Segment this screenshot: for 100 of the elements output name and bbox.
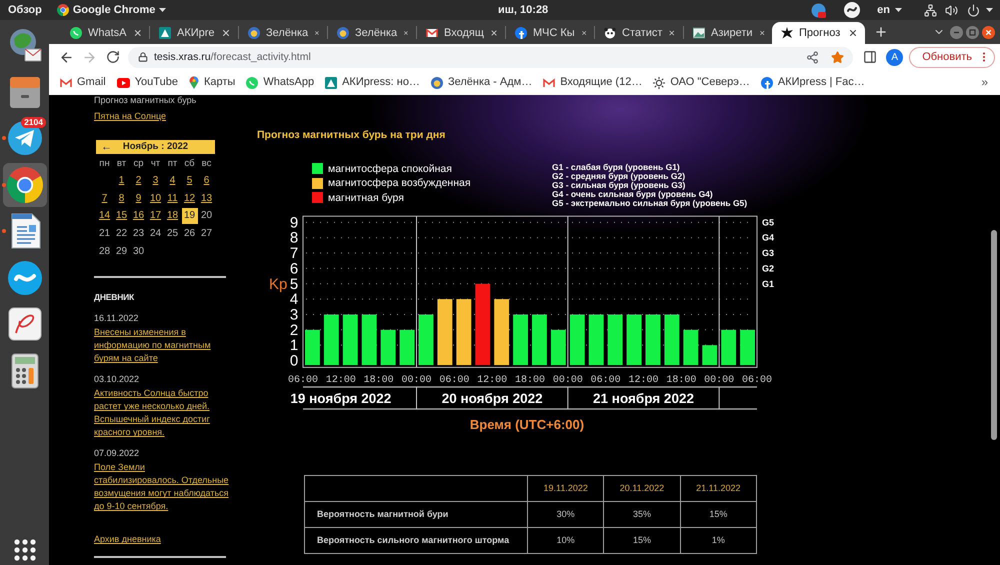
bookmark[interactable]: ОАО "Северэ…	[653, 76, 750, 89]
maximize-icon[interactable]	[966, 26, 979, 39]
close-icon[interactable]	[490, 28, 498, 38]
previous-month-button[interactable]: ←	[96, 141, 112, 153]
browser-tab[interactable]: АКИpre	[150, 22, 238, 44]
minimize-icon[interactable]	[950, 26, 963, 39]
table-cell: 35%	[604, 502, 680, 528]
calendar-day[interactable]: 19	[182, 208, 198, 224]
y-tick-label: 5	[290, 276, 298, 293]
activities-button[interactable]: Обзор	[8, 3, 42, 17]
calendar-day[interactable]: 12	[184, 192, 196, 205]
storm-level-label: G3	[762, 248, 774, 258]
kp-bar	[702, 345, 718, 366]
calendar-day[interactable]: 7	[102, 192, 108, 205]
calendar-day[interactable]: 15	[116, 210, 128, 222]
clock[interactable]: иш, 10:28	[498, 3, 548, 17]
calendar-day[interactable]: 13	[200, 192, 212, 205]
lock-icon[interactable]	[138, 52, 148, 62]
calendar-day[interactable]: 5	[186, 174, 192, 187]
calendar-day[interactable]: 11	[167, 192, 178, 205]
bookmark[interactable]: АКИpress: но…	[325, 76, 420, 89]
sunspots-link[interactable]: Пятна на Солнце	[94, 111, 166, 122]
keyboard-layout-button[interactable]: en	[877, 3, 902, 17]
network-icon[interactable]	[924, 4, 937, 16]
diary-entry-link[interactable]: Активность Солнца быстро растет уже несколько дней. Вспышечный индекс достиг красного уровня.	[94, 387, 231, 440]
close-icon[interactable]	[132, 28, 142, 38]
dock-app[interactable]	[2, 162, 46, 207]
close-icon[interactable]	[848, 28, 858, 38]
app-menu-button[interactable]: Google Chrome	[56, 3, 166, 17]
bookmark-star-icon[interactable]	[831, 50, 844, 64]
profile-avatar[interactable]: A	[886, 48, 904, 66]
volume-icon[interactable]	[945, 4, 958, 16]
tray-chat-icon[interactable]	[844, 2, 860, 18]
bookmark[interactable]: WhatsApp	[246, 76, 314, 89]
calendar-day: 29	[116, 246, 128, 258]
side-panel-icon[interactable]	[863, 50, 878, 64]
update-button[interactable]: Обновить	[909, 46, 995, 68]
calendar-day[interactable]: 4	[170, 174, 176, 187]
calendar-day[interactable]: 3	[152, 174, 158, 187]
browser-tab[interactable]: Статист	[595, 22, 683, 44]
square-logo-icon	[159, 27, 171, 39]
calendar-day[interactable]: 17	[150, 210, 162, 222]
storm-level-label: G2	[762, 263, 774, 274]
new-tab-icon[interactable]	[874, 25, 888, 39]
kp-bar	[550, 330, 566, 366]
legend-label: магнитосфера спокойная	[328, 162, 452, 175]
y-tick-label: 3	[290, 306, 298, 324]
section-heading: ДНЕВНИК	[94, 292, 134, 302]
round-logo-icon	[515, 27, 527, 39]
back-icon[interactable]	[59, 50, 74, 64]
table-cell: 1%	[680, 528, 756, 554]
paper-plane-icon	[6, 120, 42, 156]
weekday-label: чт	[150, 158, 160, 168]
browser-tab[interactable]: Зелёнка	[328, 22, 416, 44]
calendar-day[interactable]: 8	[118, 192, 124, 205]
close-icon[interactable]	[314, 28, 320, 38]
calendar-day[interactable]: 9	[136, 192, 142, 205]
calendar-day[interactable]: 16	[132, 210, 144, 222]
bookmark[interactable]: АКИpress | Fac…	[760, 76, 865, 89]
close-icon[interactable]	[758, 28, 765, 38]
reload-icon[interactable]	[106, 50, 120, 64]
archive-link[interactable]: Архив дневника	[94, 534, 161, 546]
calendar-day[interactable]: 10	[150, 192, 162, 205]
browser-tab[interactable]: Входящ	[417, 22, 505, 44]
calendar-day[interactable]: 18	[166, 210, 178, 222]
browser-icon	[6, 166, 42, 203]
browser-tab[interactable]: Зелёнка	[239, 22, 327, 44]
close-icon[interactable]	[982, 26, 995, 39]
bookmark[interactable]: Зелёнка - Адм…	[430, 76, 532, 89]
address-bar[interactable]: tesis.xras.ru/forecast_activity.html	[128, 46, 854, 68]
browser-tab[interactable]: Азирети	[684, 22, 772, 44]
share-icon[interactable]	[806, 50, 820, 64]
calendar-day[interactable]: 2	[136, 174, 142, 187]
diary-entry-link[interactable]: Поле Земли стабилизировалось. Отдельные возмущения могут наблюдаться до 9-10 сентября.	[94, 461, 231, 514]
app-grid-icon[interactable]	[14, 539, 36, 561]
bookmark[interactable]: Входящие (12…	[543, 76, 642, 89]
browser-tab[interactable]: Прогноз	[772, 22, 865, 44]
calendar-day[interactable]: 6	[204, 174, 210, 187]
close-icon[interactable]	[668, 28, 676, 38]
caret-down-icon[interactable]	[986, 8, 993, 12]
bookmark[interactable]: Карты	[188, 76, 236, 89]
kp-bar	[626, 314, 642, 366]
diary-entry-link[interactable]: Внесены изменения в информацию по магнитным бурям на сайте	[94, 326, 231, 366]
scrollbar-thumb[interactable]	[991, 230, 997, 440]
kp-bar	[437, 299, 452, 366]
close-icon[interactable]	[580, 28, 587, 38]
nav-item[interactable]: Прогноз магнитных бурь	[94, 95, 196, 105]
browser-tab[interactable]: МЧС Кы	[506, 22, 594, 44]
calendar-day[interactable]: 1	[118, 174, 124, 187]
bookmark[interactable]: YouTube	[116, 76, 178, 89]
more-bookmarks-button[interactable]: »	[981, 76, 988, 89]
tray-app-icon[interactable]	[811, 2, 826, 18]
bookmark[interactable]: Gmail	[60, 76, 106, 89]
close-icon[interactable]	[403, 28, 409, 38]
browser-tab[interactable]: WhatsA	[61, 22, 149, 44]
kp-bar	[494, 299, 510, 366]
power-icon[interactable]	[967, 4, 980, 16]
kp-bar	[305, 330, 320, 366]
kp-bar	[324, 314, 339, 366]
calendar-day[interactable]: 14	[98, 210, 110, 222]
